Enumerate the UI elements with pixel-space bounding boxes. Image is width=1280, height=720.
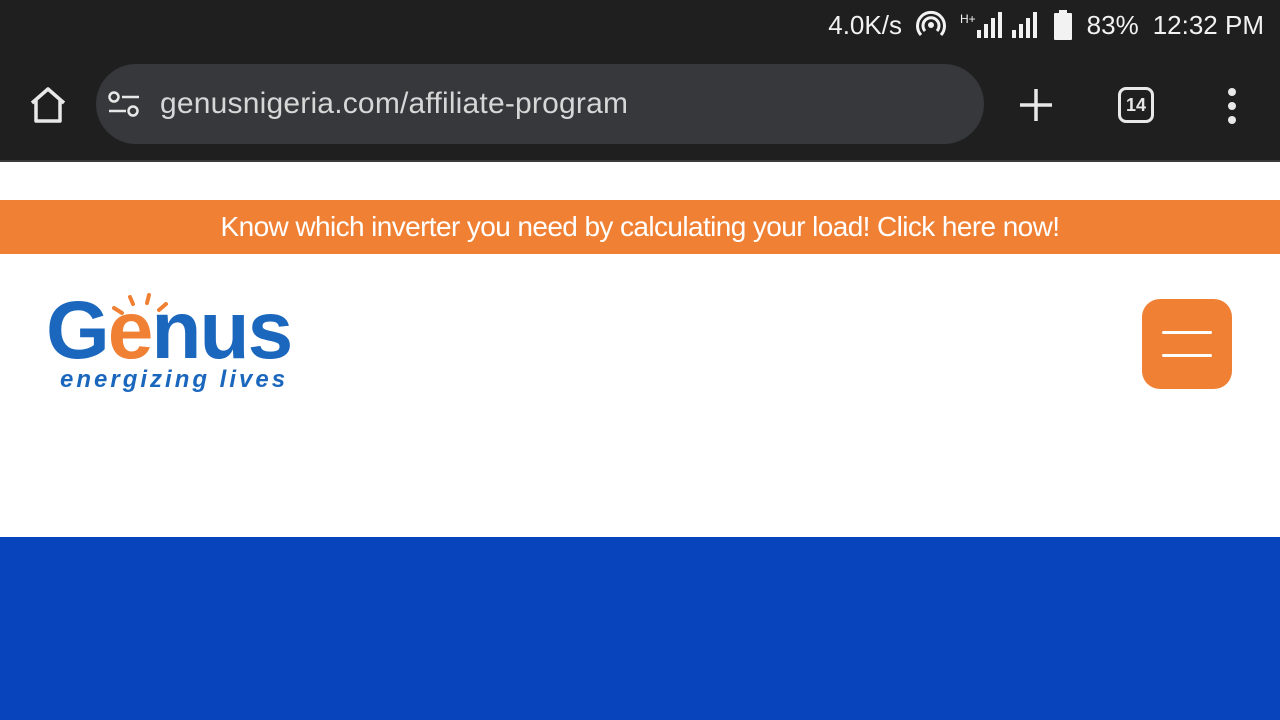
- promo-banner[interactable]: Know which inverter you need by calculat…: [0, 200, 1280, 254]
- tab-switcher-button[interactable]: 14: [1118, 87, 1154, 123]
- logo-wordmark: Genus: [46, 290, 293, 372]
- clock: 12:32 PM: [1152, 9, 1264, 40]
- hamburger-line: [1162, 331, 1212, 334]
- promo-banner-text[interactable]: Know which inverter you need by calculat…: [221, 211, 1061, 243]
- network-type-label: H+: [959, 12, 976, 26]
- logo-letter-e: e: [107, 285, 154, 376]
- hotspot-icon: [916, 10, 946, 40]
- new-tab-icon[interactable]: [1016, 85, 1056, 125]
- logo-tagline: energizing lives: [60, 366, 289, 393]
- battery-level: 83%: [1086, 9, 1139, 40]
- logo-letters-nus: nus: [151, 285, 293, 376]
- url-text[interactable]: genusnigeria.com/affiliate-program: [160, 87, 628, 121]
- more-options-icon[interactable]: [1218, 86, 1246, 126]
- home-icon[interactable]: [26, 83, 70, 127]
- genus-logo[interactable]: Genus energizing lives: [46, 290, 326, 400]
- browser-toolbar: genusnigeria.com/affiliate-program 14: [0, 50, 1280, 160]
- toolbar-divider: [0, 160, 1280, 162]
- network-speed: 4.0K/s: [828, 9, 902, 40]
- hamburger-menu-button[interactable]: [1142, 299, 1232, 389]
- site-settings-icon[interactable]: [108, 88, 140, 120]
- signal-icon: H+: [960, 12, 1039, 38]
- tab-count: 14: [1125, 94, 1147, 115]
- hero-section: [0, 537, 1280, 720]
- logo-letter-g: G: [46, 285, 110, 376]
- address-bar[interactable]: genusnigeria.com/affiliate-program: [96, 64, 984, 144]
- status-bar: 4.0K/s H+ 83% 12:32 PM: [0, 0, 1280, 50]
- hamburger-line: [1162, 354, 1212, 357]
- battery-icon: [1053, 10, 1073, 40]
